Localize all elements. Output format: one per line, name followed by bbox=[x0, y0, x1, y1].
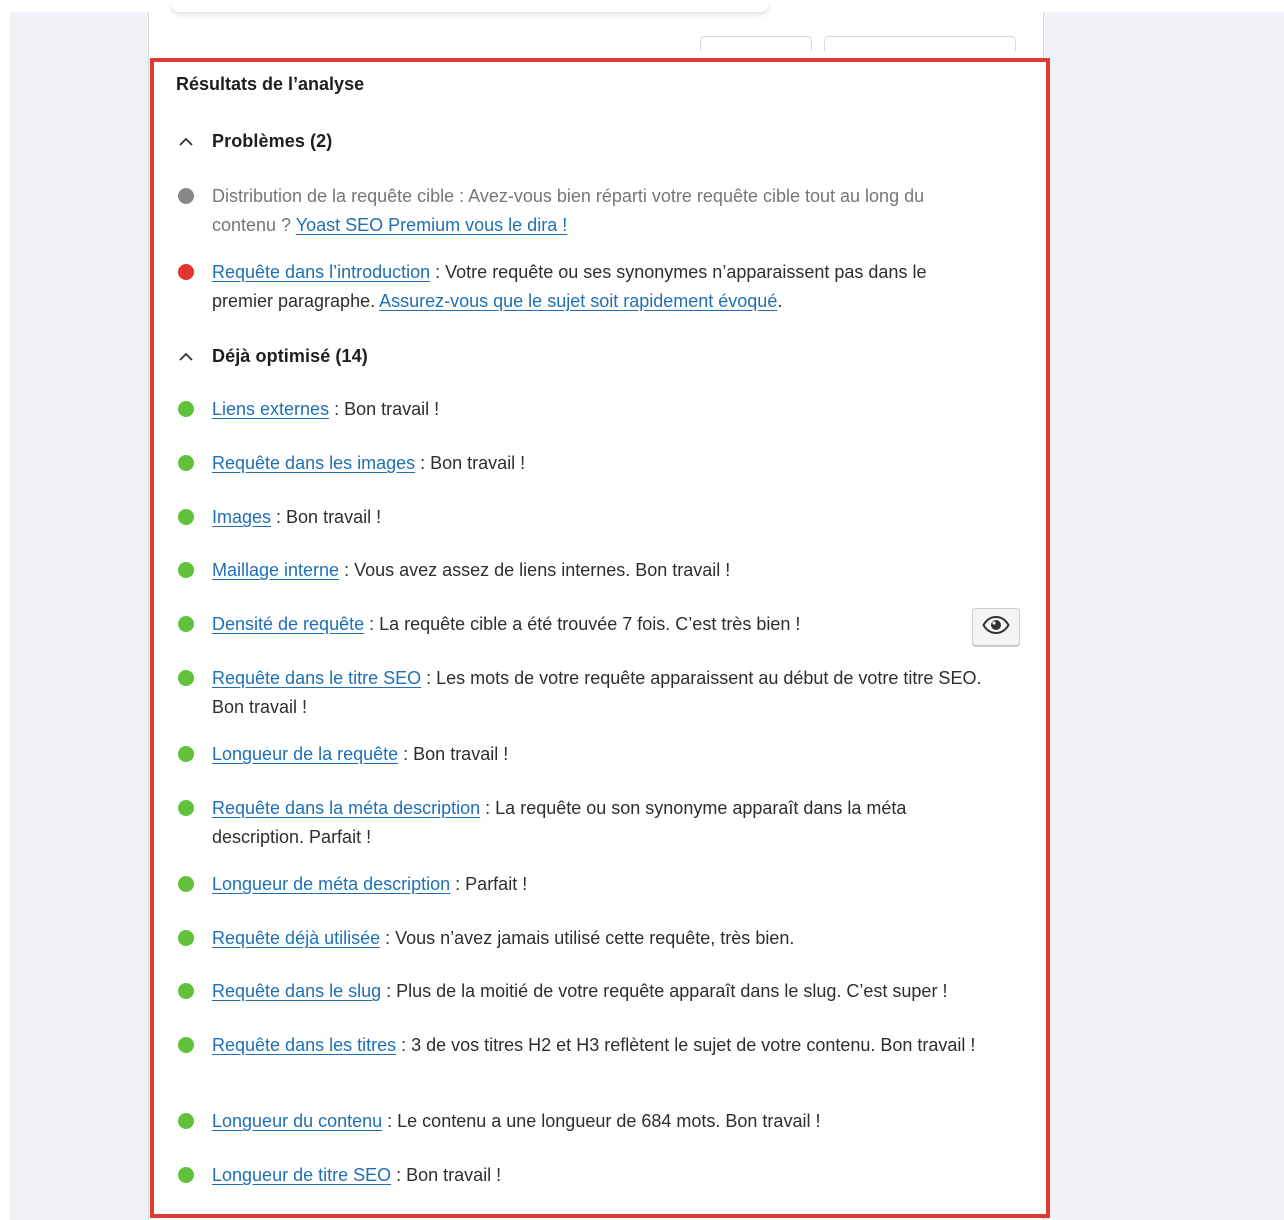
assessment-link[interactable]: Liens externes bbox=[212, 399, 329, 419]
problem-item: Requête dans l’introduction : Votre requ… bbox=[176, 258, 986, 316]
optimized-item: Liens externes : Bon travail ! bbox=[176, 395, 986, 424]
status-bullet-green bbox=[178, 562, 194, 578]
assessment-text: : Bon travail ! bbox=[271, 507, 382, 527]
chevron-up-icon bbox=[176, 132, 196, 152]
optimized-toggle[interactable]: Déjà optimisé (14) bbox=[176, 346, 368, 367]
problem-item: Distribution de la requête cible : Avez-… bbox=[176, 182, 986, 240]
optimized-item: Maillage interne : Vous avez assez de li… bbox=[176, 556, 986, 585]
optimized-item: Requête dans les images : Bon travail ! bbox=[176, 449, 986, 478]
status-bullet-green bbox=[178, 746, 194, 762]
tab-stub[interactable] bbox=[700, 36, 812, 51]
tab-stub[interactable] bbox=[824, 36, 1016, 51]
optimized-item: Longueur de la requête : Bon travail ! bbox=[176, 740, 986, 769]
problem-cta-link[interactable]: Assurez-vous que le sujet soit rapidemen… bbox=[379, 291, 777, 311]
status-bullet-green bbox=[178, 983, 194, 999]
background-right bbox=[1042, 12, 1284, 1220]
assessment-link[interactable]: Requête dans les images bbox=[212, 453, 415, 473]
assessment-text: : 3 de vos titres H2 et H3 reflètent le … bbox=[396, 1035, 976, 1055]
optimized-item: Requête dans le titre SEO : Les mots de … bbox=[176, 664, 986, 722]
problem-link[interactable]: Requête dans l’introduction bbox=[212, 262, 430, 282]
optimized-item: Longueur de méta description : Parfait ! bbox=[176, 870, 986, 899]
assessment-link[interactable]: Requête dans la méta description bbox=[212, 798, 480, 818]
status-bullet-green bbox=[178, 670, 194, 686]
optimized-item: Longueur du contenu : Le contenu a une l… bbox=[176, 1107, 986, 1136]
assessment-link[interactable]: Requête dans les titres bbox=[212, 1035, 396, 1055]
assessment-text: : La requête cible a été trouvée 7 fois.… bbox=[364, 614, 801, 634]
optimized-item: Densité de requête : La requête cible a … bbox=[176, 610, 986, 639]
optimized-item: Longueur de titre SEO : Bon travail ! bbox=[176, 1161, 986, 1190]
optimized-item: Requête dans la méta description : La re… bbox=[176, 794, 986, 852]
assessment-text: : Bon travail ! bbox=[415, 453, 526, 473]
assessment-text: : Bon travail ! bbox=[391, 1165, 502, 1185]
status-bullet-green bbox=[178, 876, 194, 892]
status-bullet-green bbox=[178, 1037, 194, 1053]
assessment-text: : Parfait ! bbox=[450, 874, 528, 894]
highlight-eye-button[interactable] bbox=[972, 608, 1020, 646]
optimized-item: Requête dans le slug : Plus de la moitié… bbox=[176, 977, 986, 1006]
assessment-link[interactable]: Requête dans le slug bbox=[212, 981, 381, 1001]
status-bullet-green bbox=[178, 1167, 194, 1183]
problems-heading: Problèmes (2) bbox=[212, 131, 333, 151]
analysis-results-title: Résultats de l’analyse bbox=[176, 74, 365, 94]
status-bullet-green bbox=[178, 509, 194, 525]
status-bullet-green bbox=[178, 455, 194, 471]
top-card-edge bbox=[172, 0, 768, 12]
chevron-up-icon bbox=[176, 347, 196, 367]
status-bullet-green bbox=[178, 1113, 194, 1129]
premium-link[interactable]: Yoast SEO Premium vous le dira ! bbox=[296, 215, 567, 235]
assessment-link[interactable]: Maillage interne bbox=[212, 560, 339, 580]
optimized-heading: Déjà optimisé (14) bbox=[212, 346, 368, 366]
assessment-text: : Vous n’avez jamais utilisé cette requê… bbox=[380, 928, 795, 948]
status-bullet-green bbox=[178, 930, 194, 946]
assessment-link[interactable]: Longueur de la requête bbox=[212, 744, 398, 764]
status-bullet-green bbox=[178, 800, 194, 816]
assessment-text: : Plus de la moitié de votre requête app… bbox=[381, 981, 948, 1001]
status-bullet-green bbox=[178, 401, 194, 417]
assessment-link[interactable]: Requête dans le titre SEO bbox=[212, 668, 421, 688]
assessment-link[interactable]: Densité de requête bbox=[212, 614, 364, 634]
status-bullet-grey bbox=[178, 188, 194, 204]
background-left bbox=[10, 12, 148, 1220]
eye-icon bbox=[982, 615, 1010, 639]
assessment-link[interactable]: Longueur de méta description bbox=[212, 874, 450, 894]
assessment-link[interactable]: Longueur du contenu bbox=[212, 1111, 382, 1131]
assessment-text: : Bon travail ! bbox=[329, 399, 440, 419]
optimized-item: Images : Bon travail ! bbox=[176, 503, 986, 532]
status-bullet-red bbox=[178, 264, 194, 280]
assessment-text: : Vous avez assez de liens internes. Bon… bbox=[339, 560, 731, 580]
assessment-text: : Le contenu a une longueur de 684 mots.… bbox=[382, 1111, 821, 1131]
optimized-item: Requête déjà utilisée : Vous n’avez jama… bbox=[176, 924, 986, 953]
assessment-link[interactable]: Longueur de titre SEO bbox=[212, 1165, 391, 1185]
problem-tail: . bbox=[777, 291, 783, 311]
problems-toggle[interactable]: Problèmes (2) bbox=[176, 131, 332, 152]
assessment-link[interactable]: Requête déjà utilisée bbox=[212, 928, 380, 948]
assessment-text: : Bon travail ! bbox=[398, 744, 509, 764]
optimized-item: Requête dans les titres : 3 de vos titre… bbox=[176, 1031, 986, 1060]
status-bullet-green bbox=[178, 616, 194, 632]
assessment-link[interactable]: Images bbox=[212, 507, 271, 527]
